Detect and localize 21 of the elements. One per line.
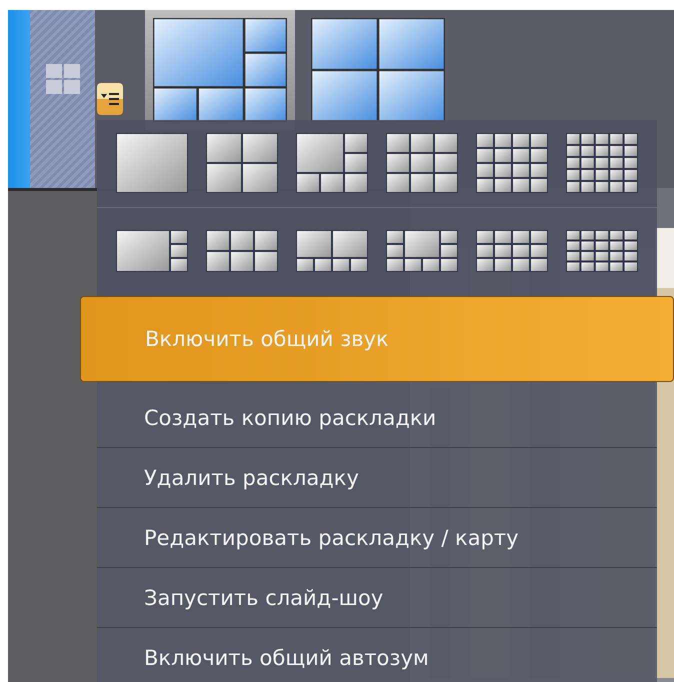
- layout-grid-icon[interactable]: [386, 230, 458, 272]
- layout-preview-icon: [153, 18, 287, 122]
- menu-item[interactable]: Создать копию раскладки: [97, 388, 657, 448]
- menu-item[interactable]: Запустить слайд-шоу: [97, 568, 657, 628]
- layout-grid-icon[interactable]: [566, 133, 638, 193]
- layout-grid-icon[interactable]: [296, 230, 368, 272]
- menu-item[interactable]: Удалить раскладку: [97, 448, 657, 508]
- menu-item[interactable]: Включить общий автозум: [97, 628, 657, 682]
- layout-grid-icon[interactable]: [116, 230, 188, 272]
- layout-grid-icon[interactable]: [296, 133, 368, 193]
- layout-menu-button[interactable]: [97, 83, 123, 115]
- layout-grid-icon[interactable]: [476, 230, 548, 272]
- layout-grid-icon[interactable]: [566, 230, 638, 272]
- layout-grid-icon[interactable]: [206, 230, 278, 272]
- layout-preview-icon: [311, 18, 445, 122]
- menu-item[interactable]: Редактировать раскладку / карту: [97, 508, 657, 568]
- layout-grid-icon[interactable]: [206, 133, 278, 193]
- menu-icon: [101, 92, 119, 106]
- layout-grid-icon[interactable]: [116, 133, 188, 193]
- layout-grid-icon[interactable]: [476, 133, 548, 193]
- layout-grid-icon[interactable]: [386, 133, 458, 193]
